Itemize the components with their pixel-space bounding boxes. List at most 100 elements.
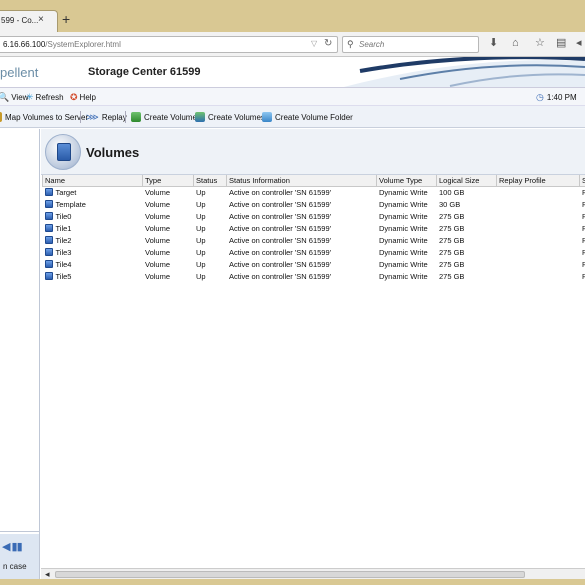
volume-name: Tile1	[55, 223, 72, 233]
table-row[interactable]: Tile2 Volume Up Active on controller 'SN 61…	[43, 234, 585, 246]
folder-icon	[262, 112, 272, 122]
reading-list-icon[interactable]: ▤	[556, 37, 566, 49]
table-cell-info: Active on controller 'SN 61599'	[229, 259, 332, 269]
download-icon[interactable]: ⬇	[489, 37, 498, 49]
table-cell-size: 275 GB	[439, 211, 465, 221]
table-cell-type: Volume	[145, 235, 171, 245]
column-header[interactable]: Replay Profile	[496, 175, 580, 187]
panel-nav-arrows-icon[interactable]: ◀ ▮▮	[2, 540, 23, 553]
table-cell-vtype: Dynamic Write	[379, 211, 428, 221]
menu-bar: 🔍 View ✳ Refresh ✪ Help ◷ 1:40 PM	[0, 88, 585, 106]
menu-refresh[interactable]: ✳ Refresh	[26, 92, 64, 103]
table-cell-replay	[497, 210, 580, 222]
table-cell-type: Volume	[145, 223, 171, 233]
table-cell-status: Up	[196, 211, 206, 221]
table-cell-size: 275 GB	[439, 271, 465, 281]
table-cell-size: 275 GB	[439, 247, 465, 257]
table-cell-name: Template	[43, 198, 143, 210]
table-cell-name: Tile1	[43, 222, 143, 234]
home-icon[interactable]: ⌂	[512, 37, 519, 49]
column-header[interactable]: Status Information	[226, 175, 377, 187]
column-header[interactable]: Volume Type	[376, 175, 437, 187]
replay-button[interactable]: ⋙ Replay	[86, 112, 127, 123]
replay-icon: ⋙	[86, 112, 99, 122]
case-label: n case	[3, 562, 27, 571]
scrollbar-thumb[interactable]	[55, 571, 525, 578]
table-cell-replay	[497, 270, 580, 282]
table-cell-vtype: Dynamic Write	[379, 223, 428, 233]
table-row[interactable]: Tile5 Volume Up Active on controller 'SN 61…	[43, 270, 585, 282]
table-cell-s: R	[580, 258, 585, 270]
menu-help[interactable]: ✪ Help	[70, 92, 96, 103]
table-cell-size: 275 GB	[439, 235, 465, 245]
table-cell-info: Active on controller 'SN 61599'	[229, 235, 332, 245]
menu-refresh-label: Refresh	[35, 93, 64, 102]
volume-name: Tile5	[55, 271, 72, 281]
column-header[interactable]: Logical Size	[436, 175, 497, 187]
volume-icon	[44, 236, 53, 244]
menu-view[interactable]: 🔍 View	[0, 92, 28, 103]
table-cell-replay	[497, 234, 580, 246]
toolbar-divider	[125, 111, 126, 123]
refresh-icon: ✳	[26, 92, 34, 102]
table-row[interactable]: Tile3 Volume Up Active on controller 'SN 61…	[43, 246, 585, 258]
replay-label: Replay	[101, 113, 127, 122]
table-cell-status: Up	[196, 271, 206, 281]
tab-close-icon[interactable]: ×	[38, 14, 44, 25]
table-cell-vtype: Dynamic Write	[379, 259, 428, 269]
table-cell-status: Up	[196, 259, 206, 269]
column-header[interactable]: S	[579, 175, 585, 187]
table-cell-size: 275 GB	[439, 259, 465, 269]
table-row[interactable]: Tile4 Volume Up Active on controller 'SN 61…	[43, 258, 585, 270]
table-cell-s: R	[580, 222, 585, 234]
table-row[interactable]: Tile1 Volume Up Active on controller 'SN 61…	[43, 222, 585, 234]
create-volume-folder-button[interactable]: Create Volume Folder	[262, 112, 353, 122]
table-cell-status: Up	[196, 187, 206, 197]
clock: ◷ 1:40 PM	[536, 92, 577, 103]
column-header[interactable]: Type	[142, 175, 194, 187]
horizontal-scrollbar[interactable]: ◂	[41, 568, 585, 579]
table-cell-status: Up	[196, 235, 206, 245]
table-row[interactable]: Tile0 Volume Up Active on controller 'SN 61…	[43, 210, 585, 222]
volume-icon	[44, 260, 53, 268]
table-cell-s: R	[580, 186, 585, 198]
volume-icon	[44, 224, 53, 232]
clock-icon: ◷	[536, 92, 544, 102]
search-input[interactable]: ⚲ Search	[342, 36, 479, 53]
app-header: pellent Storage Center 61599	[0, 57, 585, 88]
table-cell-type: Volume	[145, 259, 171, 269]
table-cell-s: R	[580, 246, 585, 258]
map-volumes-button[interactable]: Map Volumes to Server	[0, 112, 88, 122]
table-cell-type: Volume	[145, 187, 171, 197]
create-volumes-label: Create Volumes	[208, 112, 265, 122]
table-cell-replay	[497, 246, 580, 258]
column-header[interactable]: Status	[193, 175, 227, 187]
left-nav-panel: ◀ ▮▮ n case	[0, 129, 40, 585]
bookmark-star-icon[interactable]: ☆	[535, 37, 545, 49]
page-title: Storage Center 61599	[88, 66, 201, 78]
volume-name: Tile2	[55, 235, 72, 245]
browser-titlebar: 599 - Co... × +	[0, 0, 585, 32]
reload-icon[interactable]: ↻	[324, 38, 332, 49]
table-row[interactable]: Template Volume Up Active on controller 'SN…	[43, 198, 585, 210]
browser-tab[interactable]: 599 - Co... ×	[0, 10, 58, 32]
header-swoosh-graphic	[343, 57, 585, 87]
table-cell-s: R	[580, 234, 585, 246]
table-cell-name: Tile2	[43, 234, 143, 246]
menu-help-label: Help	[79, 93, 96, 102]
table-row[interactable]: Target Volume Up Active on controller 'SN 6…	[43, 186, 585, 198]
create-volumes-button[interactable]: Create Volumes	[195, 112, 265, 122]
volume-icon	[44, 248, 53, 256]
table-cell-info: Active on controller 'SN 61599'	[229, 199, 332, 209]
volume-name: Target	[55, 187, 77, 197]
url-dropdown-icon[interactable]: ▽	[311, 39, 317, 48]
tree-view[interactable]	[0, 129, 39, 532]
table-cell-type: Volume	[145, 271, 171, 281]
back-icon[interactable]: ◂	[576, 37, 582, 49]
view-icon: 🔍	[0, 92, 10, 102]
table-cell-size: 30 GB	[439, 199, 461, 209]
url-bar[interactable]: 6.16.66.100/SystemExplorer.html ▽ ↻	[0, 36, 338, 53]
column-header[interactable]: Name	[42, 175, 143, 187]
new-tab-button[interactable]: +	[62, 12, 70, 26]
create-volume-button[interactable]: Create Volume	[131, 112, 197, 122]
